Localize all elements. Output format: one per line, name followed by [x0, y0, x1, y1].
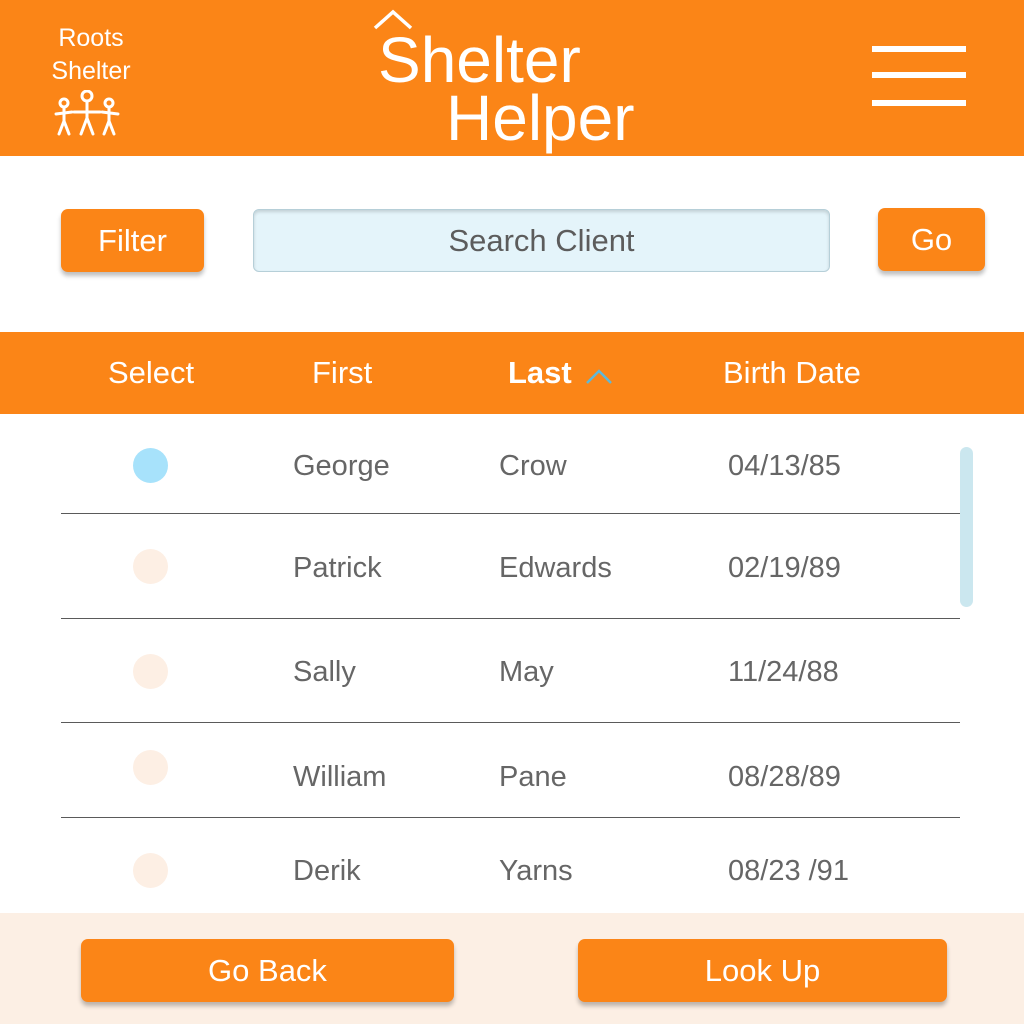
roots-shelter-logo: Roots Shelter — [30, 22, 152, 88]
row-select-radio[interactable] — [133, 654, 168, 689]
column-header-last[interactable]: Last — [508, 332, 572, 414]
cell-first-name: Derik — [293, 855, 361, 887]
cell-birth-date: 08/23 /91 — [728, 855, 849, 887]
logo-line-2: Shelter — [51, 57, 131, 85]
table-row: William Pane 08/28/89 — [61, 714, 960, 818]
row-select-radio[interactable] — [133, 448, 168, 483]
cell-birth-date: 04/13/85 — [728, 450, 841, 482]
row-select-radio[interactable] — [133, 853, 168, 888]
menu-bar — [872, 72, 966, 78]
row-select-radio[interactable] — [133, 750, 168, 785]
column-header-birth-date[interactable]: Birth Date — [723, 332, 861, 414]
cell-first-name: Patrick — [293, 552, 382, 584]
look-up-button[interactable]: Look Up — [578, 939, 947, 1002]
table-header: Select First Last Birth Date — [0, 332, 1024, 414]
table-row: George Crow 04/13/85 — [61, 410, 960, 514]
go-button[interactable]: Go — [878, 208, 985, 271]
cell-first-name: Sally — [293, 656, 356, 688]
cell-last-name: Crow — [499, 450, 567, 482]
cell-birth-date: 02/19/89 — [728, 552, 841, 584]
cell-first-name: William — [293, 761, 387, 793]
menu-bar — [872, 46, 966, 52]
table-row: Sally May 11/24/88 — [61, 619, 960, 723]
row-select-radio[interactable] — [133, 549, 168, 584]
table-row: Patrick Edwards 02/19/89 — [61, 515, 960, 619]
family-icon — [54, 90, 120, 136]
cell-first-name: George — [293, 450, 390, 482]
cell-birth-date: 11/24/88 — [728, 656, 839, 688]
cell-last-name: May — [499, 656, 554, 688]
logo-line-1: Roots — [58, 24, 124, 52]
table-scrollbar[interactable] — [960, 447, 973, 607]
column-header-first[interactable]: First — [312, 332, 372, 414]
search-client-input[interactable] — [253, 209, 830, 272]
cell-birth-date: 08/28/89 — [728, 761, 841, 793]
filter-button[interactable]: Filter — [61, 209, 204, 272]
table-row: Derik Yarns 08/23 /91 — [61, 818, 960, 922]
column-header-select[interactable]: Select — [108, 332, 194, 414]
app-title-line-2: Helper — [446, 82, 635, 154]
sort-ascending-icon[interactable] — [584, 366, 614, 386]
app-header: Roots Shelter Shelter Helper — [0, 0, 1024, 156]
cell-last-name: Pane — [499, 761, 567, 793]
hamburger-menu-icon[interactable] — [866, 40, 974, 112]
menu-bar — [872, 100, 966, 106]
cell-last-name: Yarns — [499, 855, 573, 887]
cell-last-name: Edwards — [499, 552, 612, 584]
go-back-button[interactable]: Go Back — [81, 939, 454, 1002]
